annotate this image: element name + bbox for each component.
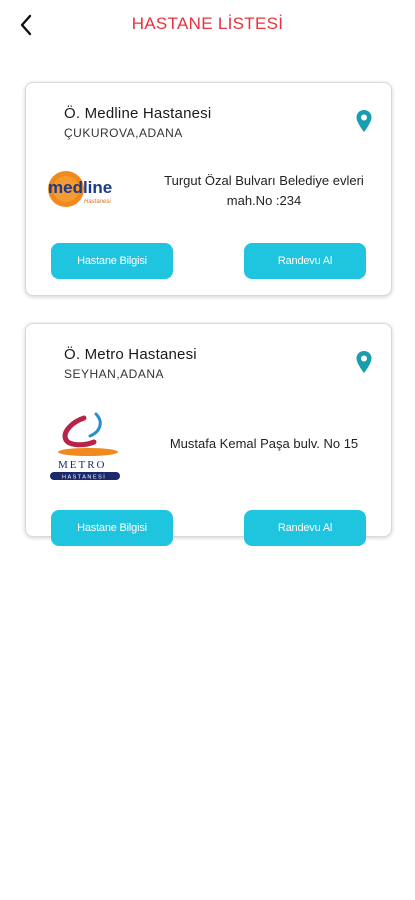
medline-logo: medline Hastanesi xyxy=(48,171,112,207)
top-bar: HASTANE LİSTESİ xyxy=(0,0,415,52)
appointment-button[interactable]: Randevu Al xyxy=(244,243,366,279)
appointment-button[interactable]: Randevu Al xyxy=(244,510,366,546)
page-title: HASTANE LİSTESİ xyxy=(131,14,284,33)
logo-text: METRO xyxy=(58,459,107,471)
map-pin-icon[interactable] xyxy=(355,109,373,133)
map-pin-icon[interactable] xyxy=(355,350,373,374)
hospital-address: Turgut Özal Bulvarı Belediye evleri mah.… xyxy=(164,173,364,208)
hospital-info-button[interactable]: Hastane Bilgisi xyxy=(51,510,173,546)
hospital-card: Ö. Medline Hastanesi ÇUKUROVA,ADANA medl… xyxy=(25,82,392,296)
logo-text: medline xyxy=(48,178,112,197)
hospital-city: ÇUKUROVA,ADANA xyxy=(64,126,183,140)
hospital-card: Ö. Metro Hastanesi SEYHAN,ADANA METRO HA… xyxy=(25,323,392,546)
logo-subtext: HASTANESİ xyxy=(62,474,106,481)
hospital-name: Ö. Medline Hastanesi xyxy=(64,105,212,122)
hospital-name: Ö. Metro Hastanesi xyxy=(64,346,197,363)
hospital-info-button[interactable]: Hastane Bilgisi xyxy=(51,243,173,279)
logo-subtext: Hastanesi xyxy=(84,199,111,205)
hospital-address: Mustafa Kemal Paşa bulv. No 15 xyxy=(169,436,359,451)
metro-logo: METRO HASTANESİ xyxy=(50,412,120,481)
hospital-city: SEYHAN,ADANA xyxy=(64,367,165,381)
